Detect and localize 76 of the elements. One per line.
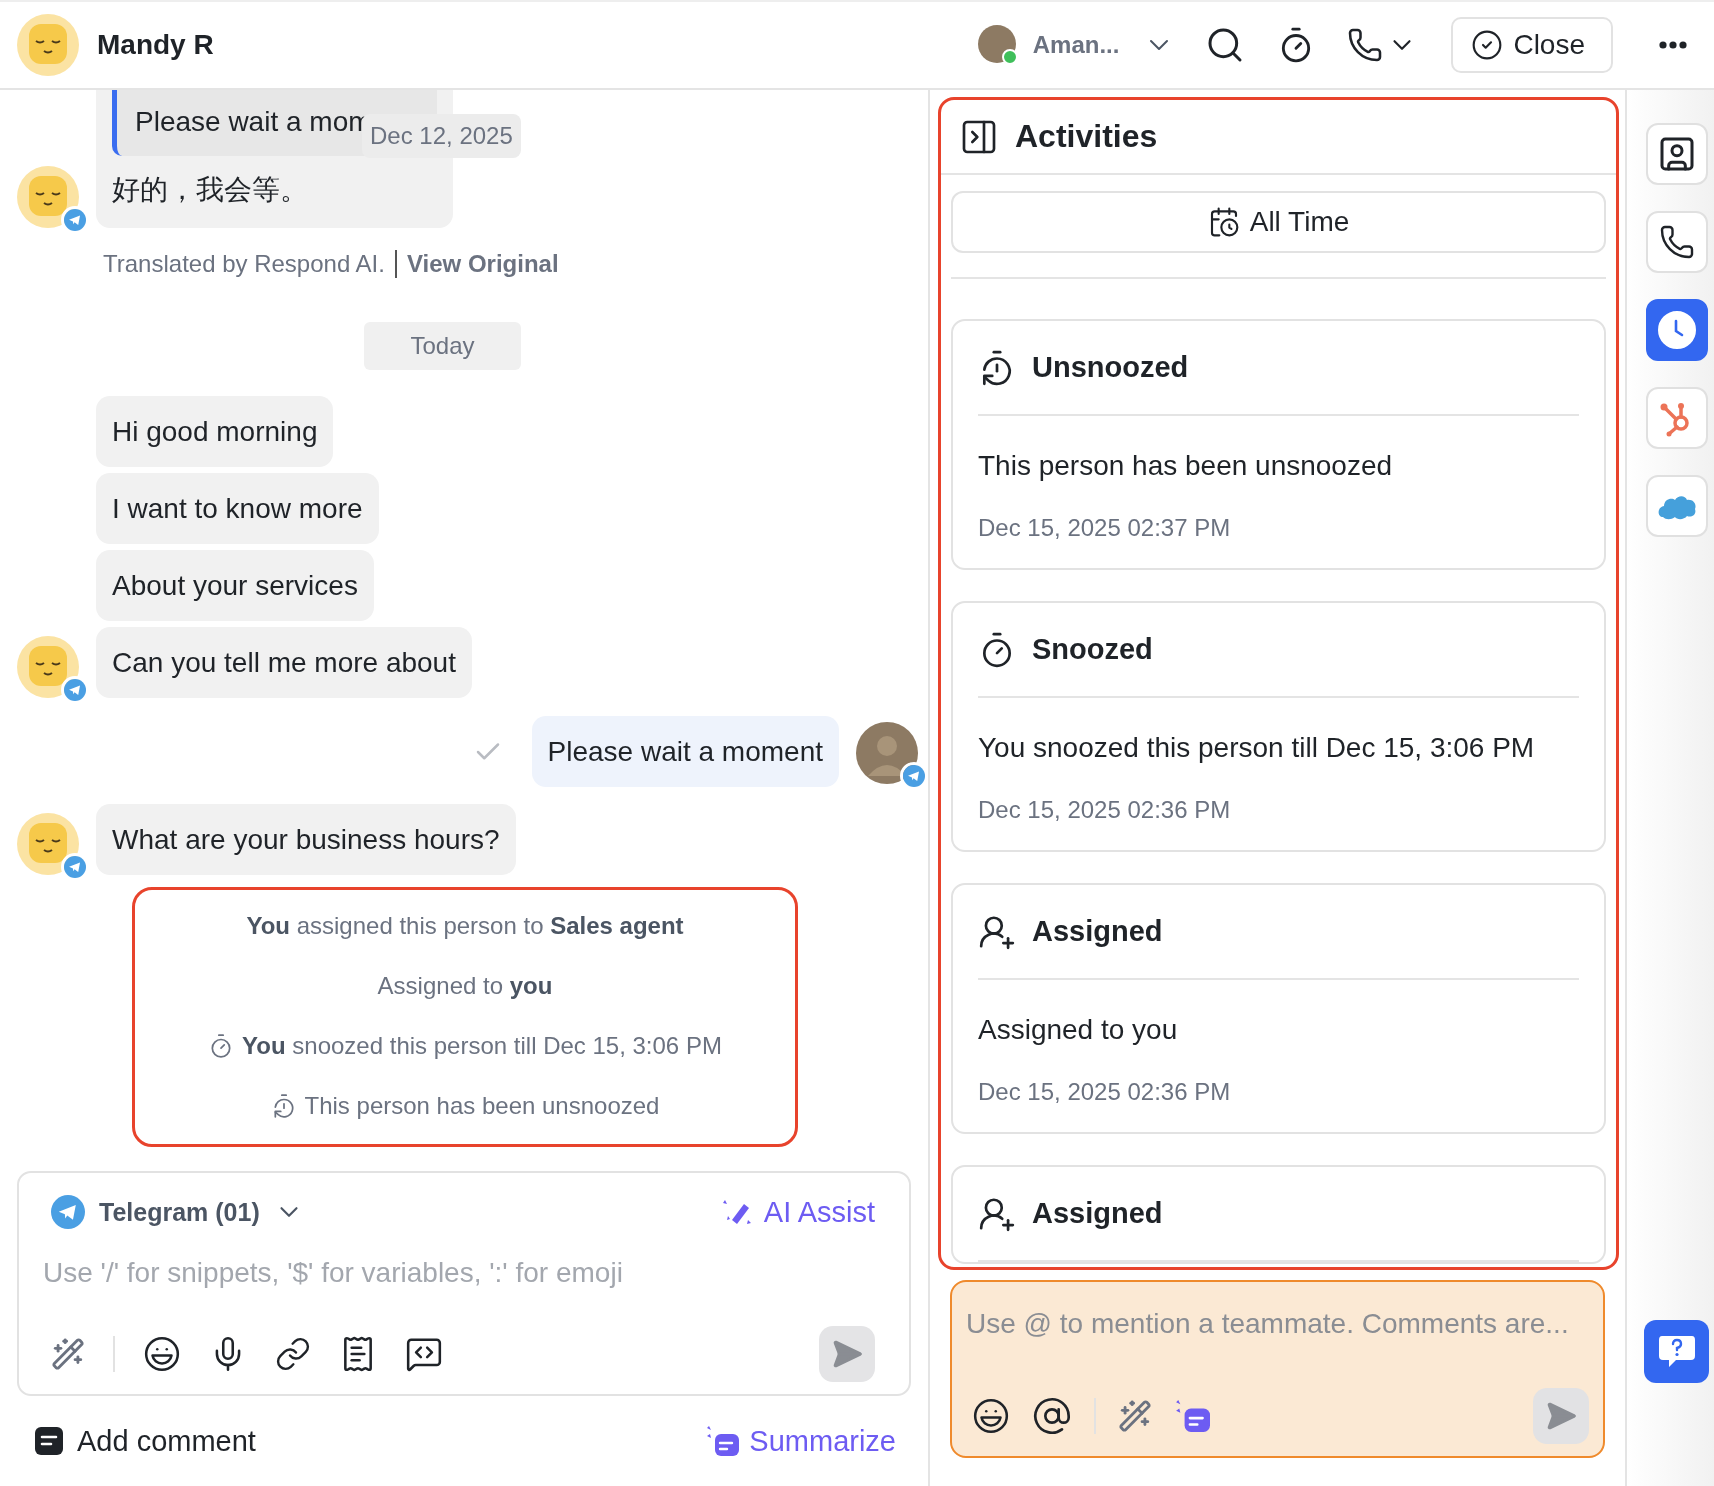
- activity-title: Snoozed: [1032, 633, 1153, 666]
- phone-icon: [1347, 27, 1384, 63]
- send-button[interactable]: [819, 1326, 875, 1382]
- phone-icon: [1658, 224, 1695, 260]
- telegram-icon: [64, 679, 86, 701]
- summarize-icon: [1174, 1398, 1210, 1434]
- activity-title: Unsnoozed: [1032, 351, 1189, 384]
- message-bubble: I want to know more: [96, 473, 379, 544]
- event-text: You assigned this person to Sales agent: [246, 911, 684, 941]
- telegram-icon: [51, 1195, 85, 1229]
- summarize-button[interactable]: [1174, 1398, 1210, 1434]
- activity-text: This person has been unsnoozed: [978, 449, 1394, 483]
- wand-icon: [51, 1337, 85, 1371]
- agent-avatar-icon: [976, 24, 1019, 66]
- mention-button[interactable]: [1032, 1396, 1072, 1436]
- event-text: Assigned to you: [377, 971, 553, 1001]
- agent-avatar-icon: [856, 722, 918, 784]
- telegram-icon: [903, 765, 925, 787]
- summarize-button[interactable]: Summarize: [705, 1424, 896, 1458]
- emoji-button[interactable]: [972, 1397, 1010, 1435]
- event-text: You snoozed this person till Dec 15, 3:06 PM: [242, 1031, 722, 1061]
- view-original-link[interactable]: View Original: [406, 250, 559, 278]
- link-icon: [275, 1336, 311, 1372]
- comment-icon: [35, 1427, 63, 1455]
- send-icon: [1545, 1400, 1577, 1432]
- comment-input[interactable]: Use @ to mention a teammate. Comments are...: [966, 1308, 1589, 1340]
- avatar-icon: [17, 813, 79, 875]
- message-bubble: Please wait a moment: [531, 716, 839, 787]
- wand-icon: [1118, 1399, 1152, 1433]
- contact-name: Mandy R: [97, 29, 214, 61]
- event-text: This person has been unsnoozed: [304, 1091, 660, 1121]
- help-button[interactable]: [1644, 1320, 1709, 1383]
- help-chat-icon: [1657, 1333, 1696, 1370]
- activity-title: Assigned: [1032, 915, 1163, 948]
- avatar-icon: [17, 14, 79, 76]
- more-button[interactable]: [1659, 41, 1687, 49]
- agent-selector[interactable]: Aman...: [976, 24, 1176, 66]
- at-icon: [1032, 1396, 1072, 1436]
- clock-icon: [1657, 311, 1696, 349]
- send-button[interactable]: [1533, 1388, 1589, 1444]
- telegram-icon: [64, 856, 86, 878]
- send-icon: [831, 1338, 863, 1370]
- magic-button[interactable]: [1118, 1399, 1152, 1433]
- channel-selector[interactable]: Telegram (01): [51, 1195, 304, 1229]
- attach-button[interactable]: [275, 1336, 311, 1372]
- emoji-icon: [972, 1397, 1010, 1435]
- avatar-icon: [17, 166, 79, 228]
- summarize-icon: [705, 1424, 740, 1458]
- message-bubble: Hi good morning: [96, 396, 334, 467]
- emoji-button[interactable]: [143, 1335, 181, 1373]
- magic-button[interactable]: [51, 1337, 85, 1371]
- ai-assist-button[interactable]: AI Assist: [721, 1195, 875, 1229]
- check-circle-icon: [1471, 29, 1504, 61]
- activity-time: Dec 15, 2025 02:36 PM: [978, 1077, 1232, 1107]
- activity-text: Assigned to you: [978, 1013, 1179, 1047]
- code-button[interactable]: [405, 1335, 443, 1373]
- telegram-icon: [64, 209, 86, 231]
- activity-time: Dec 15, 2025 02:36 PM: [978, 795, 1232, 825]
- more-icon: [1659, 41, 1687, 49]
- message-input[interactable]: Use '/' for snippets, '$' for variables, ':' for emoji: [43, 1257, 867, 1289]
- time-filter-button[interactable]: All Time: [951, 191, 1606, 253]
- message-bubble: What are your business hours?: [96, 804, 516, 875]
- close-button[interactable]: Close: [1451, 17, 1613, 73]
- date-separator: Today: [364, 322, 521, 370]
- translation-note: Translated by Respond AI.: [103, 250, 385, 278]
- message-bubble: Can you tell me more about: [96, 627, 472, 698]
- add-comment-button[interactable]: Add comment: [35, 1424, 256, 1458]
- activity-title: Assigned: [1032, 1197, 1163, 1230]
- message-text: 好的，我会等。: [112, 173, 309, 207]
- avatar-icon: [17, 636, 79, 698]
- panel-title: Activities: [1015, 118, 1158, 155]
- code-icon: [405, 1335, 443, 1373]
- message-bubble: About your services: [96, 550, 374, 621]
- emoji-icon: [143, 1335, 181, 1373]
- activity-time: Dec 15, 2025 02:37 PM: [978, 513, 1232, 543]
- activity-text: You snoozed this person till Dec 15, 3:06 PM: [978, 731, 1536, 765]
